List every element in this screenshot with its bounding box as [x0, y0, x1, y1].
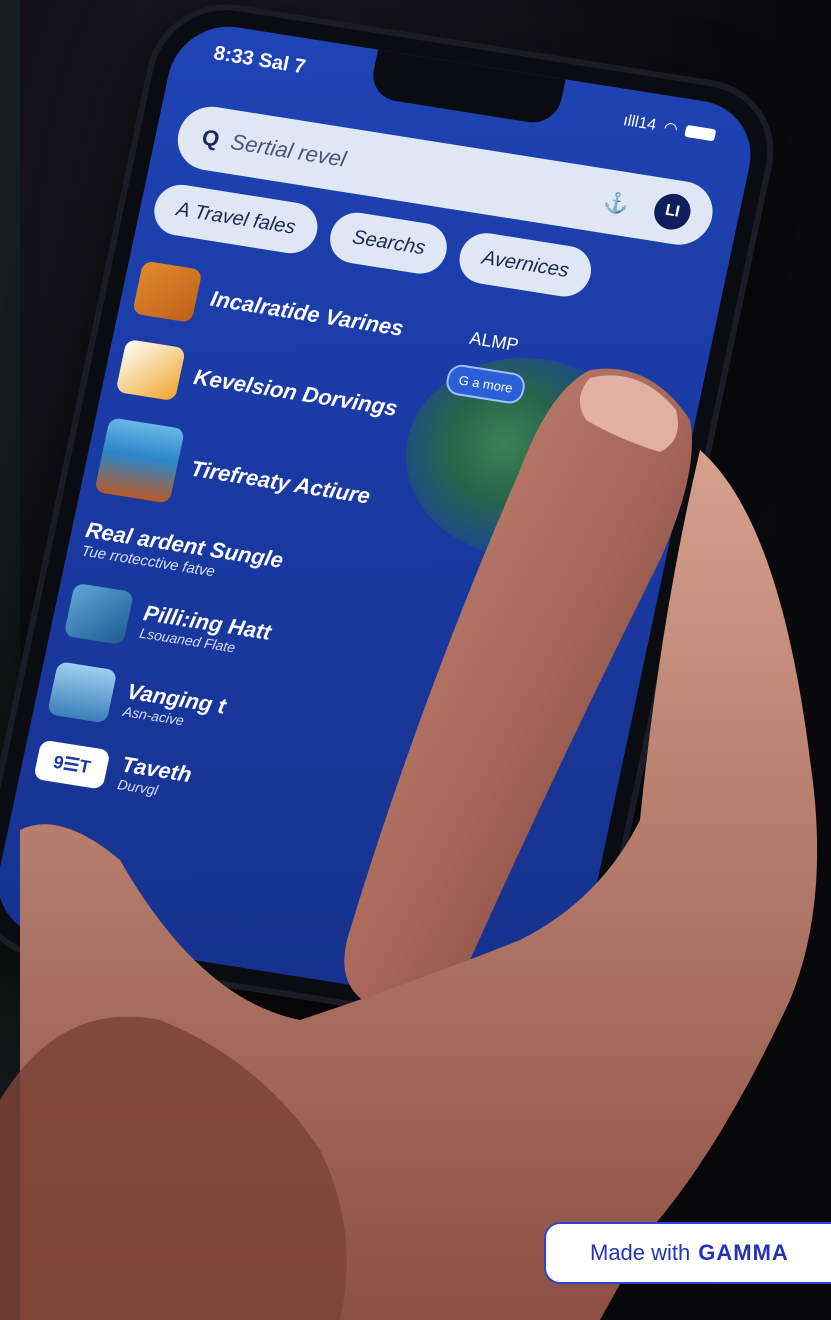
avatar[interactable]: LI: [650, 191, 694, 233]
results-list: Incalratide Varines Kevelsion Dorvings T…: [28, 260, 440, 852]
phone-screen: 8:33 Sal 7 ılll14 ◠ Q Sertial revel ⚓ LI…: [0, 18, 762, 1020]
map-pin-thumbnail: 9☰T: [33, 739, 111, 790]
list-item[interactable]: Vanging t Asn-acive: [46, 661, 355, 761]
search-input[interactable]: Sertial revel: [228, 129, 348, 173]
voice-icon[interactable]: ⚓: [602, 189, 632, 217]
phone: 8:33 Sal 7 ılll14 ◠ Q Sertial revel ⚓ LI…: [0, 0, 800, 1080]
thumb: [0, 1016, 347, 1320]
list-item[interactable]: Kevelsion Dorvings: [115, 338, 423, 439]
left-edge-bar: [0, 0, 20, 1320]
item-title: Kevelsion Dorvings: [191, 364, 400, 421]
status-time: 8:33 Sal 7: [211, 42, 308, 79]
phone-notch: [368, 49, 566, 127]
triangle-icon[interactable]: △: [42, 857, 71, 893]
city-thumbnail: [46, 661, 118, 724]
search-icon: Q: [199, 124, 222, 152]
item-title: Tirefreaty Actiure: [188, 455, 373, 509]
chip-avernices[interactable]: Avernices: [455, 229, 596, 301]
tent-thumbnail: [115, 338, 186, 402]
status-indicators: ılll14 ◠: [621, 111, 717, 145]
beach-thumbnail: [94, 417, 186, 504]
badge-brand: GAMMA: [698, 1240, 789, 1265]
badge-prefix: Made with: [590, 1240, 691, 1265]
map-label: ALMP: [467, 327, 521, 356]
battery-icon: [684, 124, 717, 142]
list-item[interactable]: Incalratide Varines: [132, 260, 440, 361]
chip-searchs[interactable]: Searchs: [325, 209, 452, 278]
car-thumbnail: [132, 260, 203, 323]
list-item[interactable]: Tirefreaty Actiure: [94, 417, 406, 538]
map-globe[interactable]: [386, 341, 666, 575]
chip-travel-fales[interactable]: A Travel fales: [149, 181, 323, 257]
made-with-badge[interactable]: Made with GAMMA: [544, 1222, 831, 1284]
van-thumbnail: [63, 582, 135, 646]
signal-icon: ılll14: [621, 112, 658, 134]
wifi-icon: ◠: [661, 119, 680, 139]
